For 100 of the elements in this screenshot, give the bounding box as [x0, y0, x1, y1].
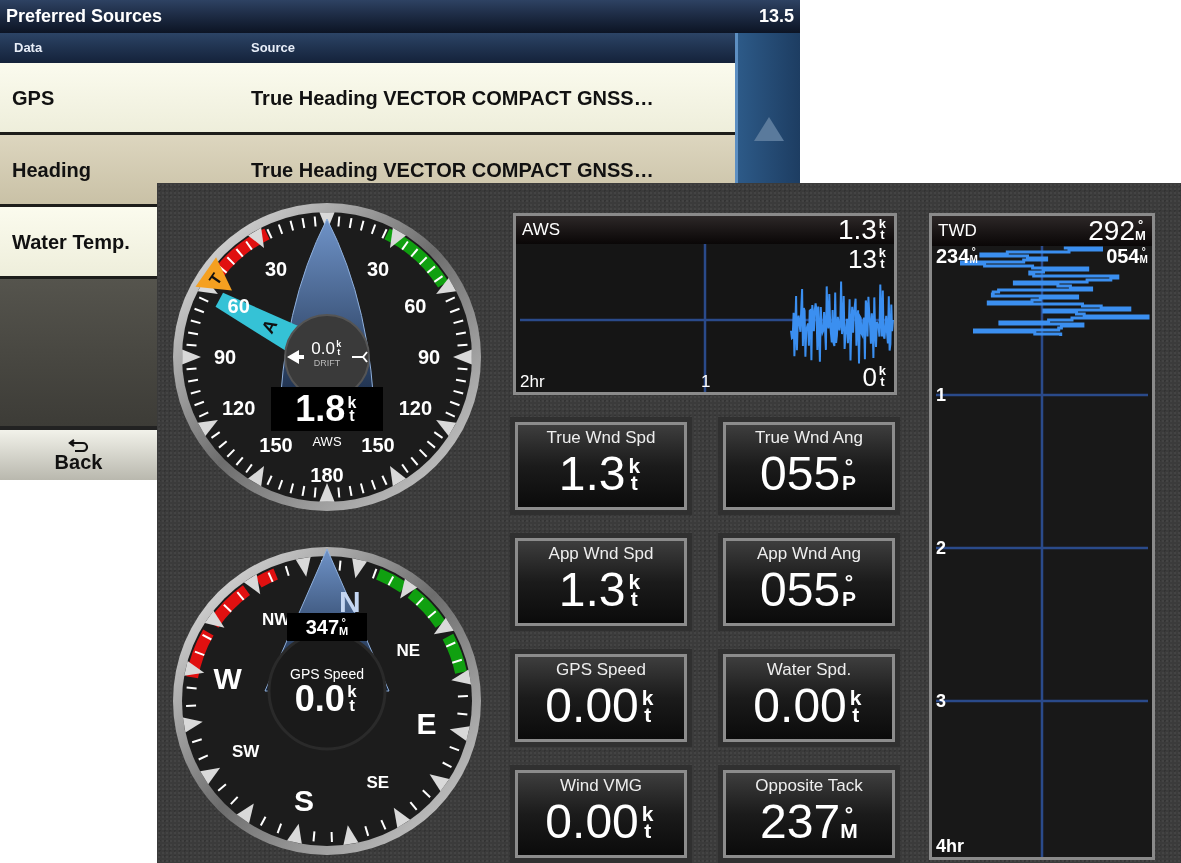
marker-letter: A	[257, 316, 282, 337]
minor-tick	[409, 801, 418, 811]
minor-tick	[452, 389, 465, 395]
major-tick	[453, 349, 472, 365]
back-button[interactable]: Back	[0, 430, 157, 480]
unit-label: °M	[339, 618, 349, 636]
major-tick	[287, 823, 302, 844]
minor-tick	[266, 474, 273, 486]
minor-tick	[410, 456, 419, 466]
major-tick	[184, 661, 205, 676]
scale-label: 90	[417, 346, 441, 368]
minor-tick	[455, 331, 467, 336]
minor-tick	[348, 217, 353, 229]
minor-tick	[259, 815, 267, 827]
graph-reading: 1.3	[838, 216, 877, 244]
minor-tick	[191, 738, 203, 744]
graph-reading: 292	[1088, 217, 1135, 245]
minor-tick	[330, 830, 333, 843]
marker-letter: T	[205, 270, 226, 288]
major-tick	[436, 420, 457, 436]
major-tick	[182, 717, 203, 733]
field-title: Water Spd.	[766, 659, 852, 681]
zone-arc	[442, 633, 467, 674]
compass-label: S	[294, 783, 315, 817]
graph-title: AWS	[522, 219, 561, 242]
unit-label: kt	[640, 805, 655, 840]
major-tick	[393, 807, 411, 828]
major-tick	[204, 610, 225, 628]
scale-label: 120	[222, 397, 256, 419]
scale-label: 180	[310, 464, 344, 486]
source-value: True Heading VECTOR COMPACT GNSS…	[251, 157, 655, 183]
minor-tick	[444, 411, 456, 418]
unit-label: kt	[335, 341, 343, 356]
minor-tick	[235, 248, 244, 258]
unit-label: kt	[877, 248, 888, 270]
field-title: App Wnd Spd	[548, 543, 654, 565]
drift-label: DRIFT	[313, 359, 341, 368]
zone-arc	[255, 568, 278, 588]
scale-right: 054	[1106, 246, 1140, 266]
major-tick	[449, 726, 470, 741]
compass-label: W	[213, 661, 242, 695]
minor-tick	[445, 641, 457, 648]
minor-tick	[226, 448, 236, 458]
unit-label: °P	[841, 457, 858, 492]
row-label: Heading	[12, 157, 91, 183]
minor-tick	[185, 343, 198, 347]
drift-arrow-icon	[287, 350, 304, 364]
field-value: 055	[760, 450, 841, 499]
scale-label: 120	[398, 397, 432, 419]
major-tick	[319, 483, 335, 502]
minor-tick	[217, 783, 227, 792]
field-title: GPS Speed	[556, 659, 646, 681]
minor-tick	[301, 485, 306, 497]
field-title: True Wnd Spd	[546, 427, 656, 449]
major-tick	[433, 617, 454, 635]
minor-tick	[455, 378, 467, 383]
scale-label: 30	[264, 257, 288, 280]
major-tick	[390, 466, 406, 487]
minor-tick	[187, 378, 199, 383]
graph-title: TWD	[938, 220, 977, 243]
unit-label: kt	[877, 219, 888, 241]
minor-tick	[189, 389, 202, 395]
minor-tick	[421, 789, 432, 799]
minor-tick	[441, 761, 453, 769]
minor-tick	[277, 479, 284, 491]
row-label: GPS	[12, 85, 55, 111]
minor-tick	[415, 596, 425, 607]
scale-left: 234	[936, 246, 970, 266]
major-tick	[182, 349, 201, 365]
minor-tick	[235, 456, 244, 466]
major-tick	[429, 774, 450, 792]
field-value: 237	[760, 798, 841, 847]
major-tick	[390, 227, 406, 248]
minor-tick	[185, 686, 198, 690]
minor-tick	[456, 367, 469, 371]
minor-tick	[359, 219, 365, 232]
unit-label: kt	[346, 395, 358, 423]
unit-label: °M	[1139, 247, 1148, 265]
minor-tick	[289, 219, 295, 232]
source-row[interactable]: GPS True Heading VECTOR COMPACT GNSS…	[0, 63, 735, 135]
major-tick	[352, 558, 367, 579]
minor-tick	[370, 479, 377, 491]
speed-label: AWS	[311, 435, 343, 448]
unit-label: kt	[346, 685, 358, 713]
scroll-up-icon[interactable]	[754, 117, 784, 141]
minor-tick	[337, 486, 341, 499]
minor-tick	[193, 307, 205, 314]
minor-tick	[371, 567, 378, 580]
unit-label: kt	[627, 573, 642, 608]
minor-tick	[313, 215, 317, 228]
minor-tick	[198, 411, 210, 418]
minor-tick	[189, 319, 202, 325]
minor-tick	[337, 215, 341, 228]
unit-label: °P	[841, 573, 858, 608]
minor-tick	[284, 565, 290, 577]
status-reading: 13.5	[758, 5, 794, 28]
minor-tick	[313, 486, 317, 499]
minor-tick	[185, 704, 198, 707]
minor-tick	[410, 248, 419, 258]
minor-tick	[187, 331, 199, 336]
